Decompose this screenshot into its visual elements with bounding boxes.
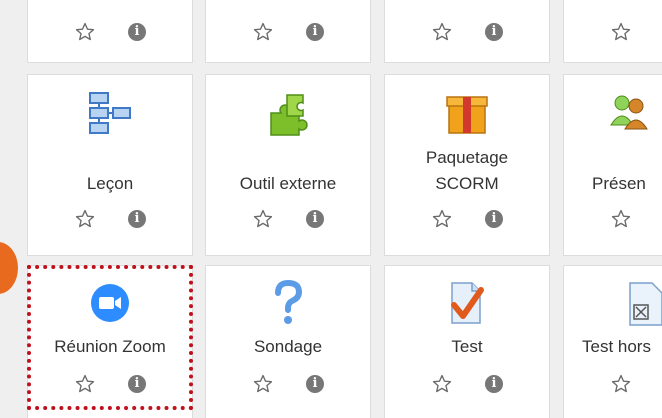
star-outline-icon[interactable] bbox=[610, 208, 632, 230]
star-outline-icon[interactable] bbox=[252, 21, 274, 43]
quiz-checkmark-icon bbox=[451, 282, 484, 324]
puzzle-piece-icon bbox=[270, 94, 308, 136]
info-icon[interactable]: i bbox=[128, 23, 146, 41]
module-tile-attendance[interactable]: Présen bbox=[563, 74, 662, 256]
module-tile-row1-col3[interactable]: i bbox=[384, 0, 550, 63]
info-icon[interactable]: i bbox=[485, 23, 503, 41]
info-icon[interactable]: i bbox=[306, 210, 324, 228]
offline-quiz-icon bbox=[629, 282, 662, 326]
module-label-line2: SCORM bbox=[435, 174, 499, 193]
module-tile-row1-col2[interactable]: i bbox=[205, 0, 371, 63]
module-label: Outil externe bbox=[239, 174, 337, 193]
module-label: Sondage bbox=[253, 337, 323, 356]
tile-actions: i bbox=[206, 373, 370, 397]
module-tile-survey[interactable]: Sondage i bbox=[205, 265, 371, 418]
question-mark-icon bbox=[275, 279, 303, 324]
tile-actions bbox=[564, 208, 662, 232]
info-icon[interactable]: i bbox=[306, 375, 324, 393]
module-label: Présen bbox=[592, 174, 646, 193]
star-outline-icon[interactable] bbox=[74, 208, 96, 230]
star-outline-icon[interactable] bbox=[431, 21, 453, 43]
info-icon[interactable]: i bbox=[306, 23, 324, 41]
tile-actions bbox=[564, 373, 662, 397]
tile-actions: i bbox=[28, 21, 192, 45]
star-outline-icon[interactable] bbox=[431, 373, 453, 395]
tile-actions: i bbox=[206, 21, 370, 45]
module-tile-external-tool[interactable]: Outil externe i bbox=[205, 74, 371, 256]
tile-actions: i bbox=[385, 208, 549, 232]
module-tile-offline-quiz[interactable]: Test hors bbox=[563, 265, 662, 418]
step-marker bbox=[0, 242, 18, 294]
lesson-flowchart-icon bbox=[89, 92, 131, 134]
star-outline-icon[interactable] bbox=[252, 373, 274, 395]
module-tile-row1-col1[interactable]: i bbox=[27, 0, 193, 63]
activity-chooser-grid: i i i Leçon i Outil externe i Paquetage … bbox=[0, 0, 662, 418]
scorm-package-icon bbox=[446, 96, 488, 134]
star-outline-icon[interactable] bbox=[610, 21, 632, 43]
star-outline-icon[interactable] bbox=[74, 21, 96, 43]
tile-actions: i bbox=[385, 21, 549, 45]
tile-actions: i bbox=[385, 373, 549, 397]
module-tile-lesson[interactable]: Leçon i bbox=[27, 74, 193, 256]
tile-actions: i bbox=[28, 208, 192, 232]
star-outline-icon[interactable] bbox=[252, 208, 274, 230]
tile-actions bbox=[564, 21, 662, 45]
star-outline-icon[interactable] bbox=[431, 208, 453, 230]
star-outline-icon[interactable] bbox=[610, 373, 632, 395]
module-label: Test hors bbox=[582, 337, 651, 356]
info-icon[interactable]: i bbox=[485, 375, 503, 393]
attendance-people-icon bbox=[610, 95, 648, 130]
tile-actions: i bbox=[206, 208, 370, 232]
module-label: Test bbox=[451, 337, 483, 356]
module-tile-scorm[interactable]: Paquetage SCORM i bbox=[384, 74, 550, 256]
module-label: Leçon bbox=[86, 174, 134, 193]
module-label-line1: Paquetage bbox=[425, 148, 509, 167]
info-icon[interactable]: i bbox=[128, 210, 146, 228]
module-tile-row1-col4[interactable] bbox=[563, 0, 662, 63]
info-icon[interactable]: i bbox=[485, 210, 503, 228]
module-tile-quiz[interactable]: Test i bbox=[384, 265, 550, 418]
zoom-highlight-box bbox=[27, 265, 193, 410]
